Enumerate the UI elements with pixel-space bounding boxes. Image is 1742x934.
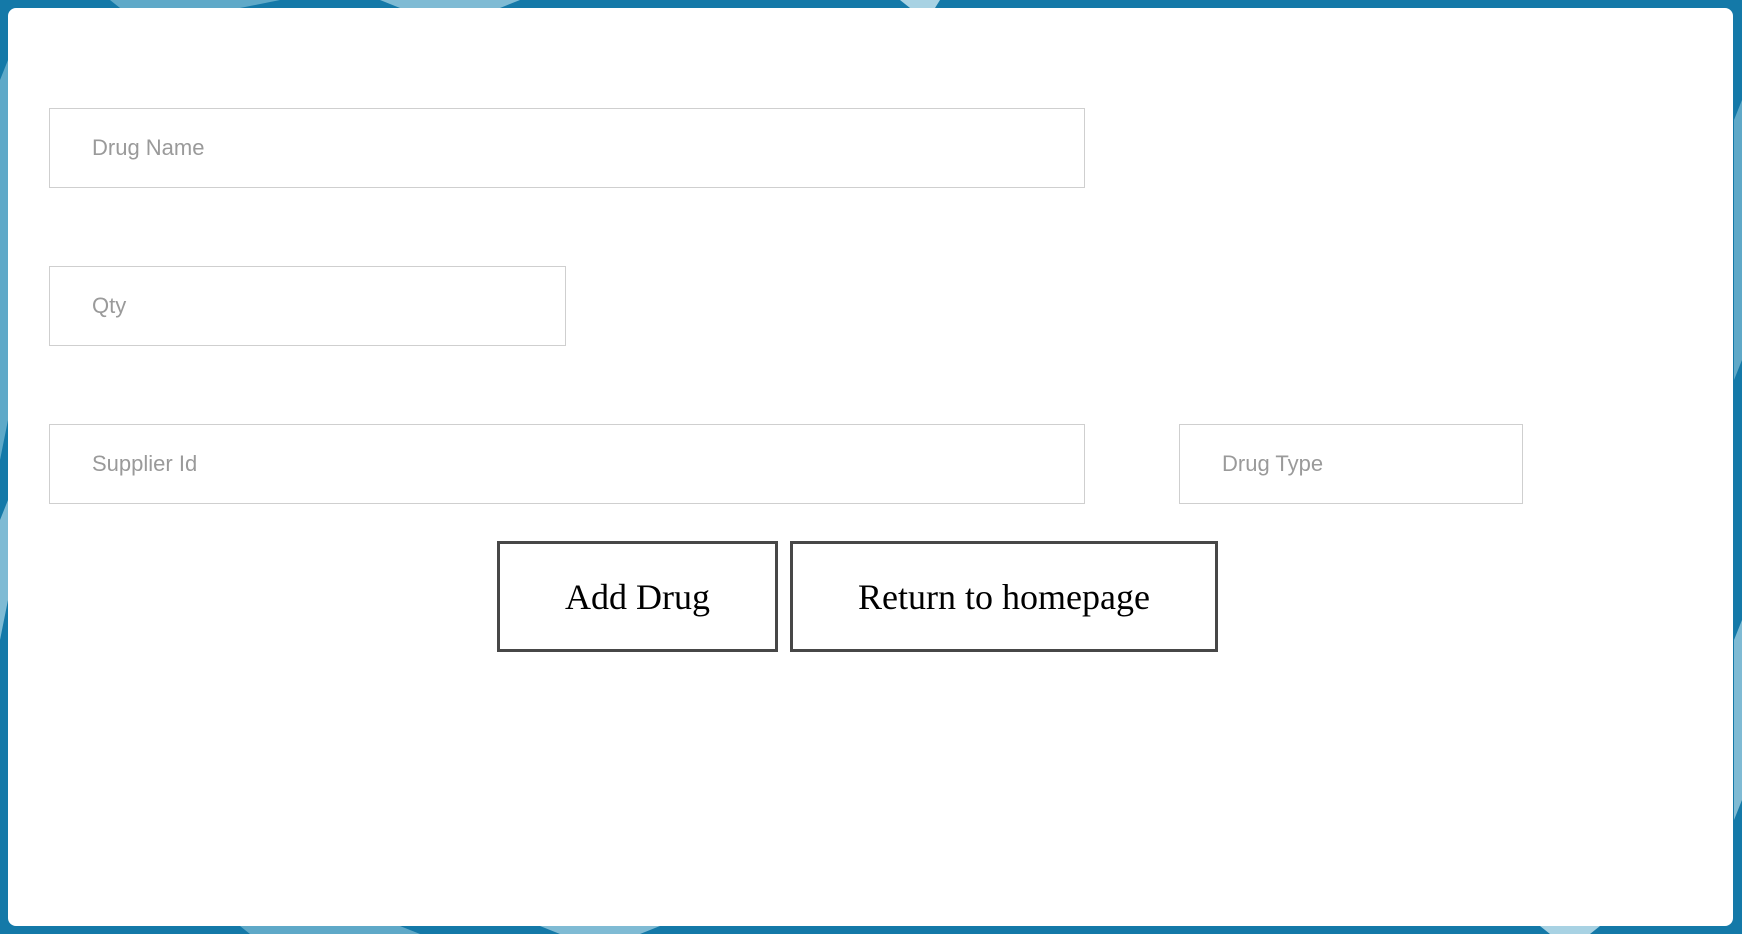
- form-card: Add Drug Return to homepage: [8, 8, 1733, 926]
- add-drug-button[interactable]: Add Drug: [497, 541, 778, 652]
- supplier-id-field[interactable]: [49, 424, 1085, 504]
- drug-name-field[interactable]: [49, 108, 1085, 188]
- qty-field[interactable]: [49, 266, 566, 346]
- return-to-homepage-button[interactable]: Return to homepage: [790, 541, 1218, 652]
- drug-type-field[interactable]: [1179, 424, 1523, 504]
